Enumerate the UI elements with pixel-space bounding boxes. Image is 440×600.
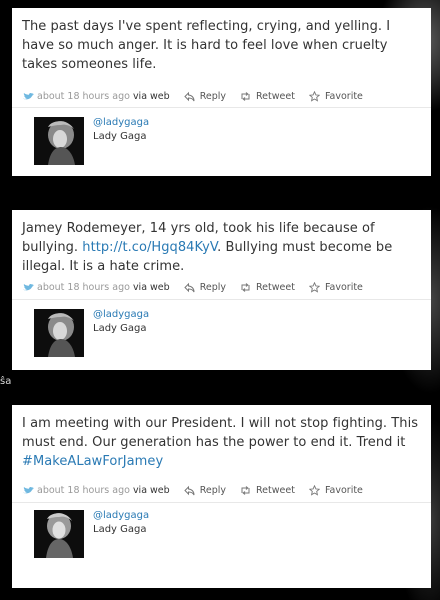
favorite-button[interactable]: Favorite bbox=[308, 90, 363, 102]
favorite-button[interactable]: Favorite bbox=[308, 484, 363, 496]
tweet-card: I am meeting with our President. I will … bbox=[12, 405, 431, 588]
edge-text: ŝa bbox=[0, 376, 12, 387]
reply-icon bbox=[183, 485, 195, 495]
retweet-label: Retweet bbox=[256, 90, 295, 102]
tweet-text: The past days I've spent reflecting, cry… bbox=[22, 19, 391, 72]
tweet-source: via web bbox=[132, 90, 170, 102]
retweet-button[interactable]: Retweet bbox=[240, 91, 295, 102]
tweet-meta: about 18 hours ago via web Reply Retweet… bbox=[22, 89, 363, 103]
author-handle[interactable]: @ladygaga bbox=[93, 116, 149, 130]
avatar[interactable] bbox=[34, 510, 84, 558]
avatar[interactable] bbox=[34, 117, 84, 165]
favorite-label: Favorite bbox=[324, 281, 363, 293]
tweet-timestamp[interactable]: about 18 hours ago bbox=[37, 485, 130, 496]
twitter-bird-icon bbox=[23, 486, 34, 493]
reply-label: Reply bbox=[199, 90, 226, 102]
divider bbox=[12, 107, 431, 108]
author-handle[interactable]: @ladygaga bbox=[93, 509, 149, 523]
retweet-button[interactable]: Retweet bbox=[240, 485, 295, 496]
tweet-hashtag[interactable]: #MakeALawForJamey bbox=[22, 454, 163, 469]
reply-icon bbox=[183, 91, 195, 101]
tweet-source: via web bbox=[132, 484, 170, 496]
retweet-label: Retweet bbox=[256, 281, 295, 293]
tweet-meta: about 18 hours ago via web Reply Retweet… bbox=[22, 483, 363, 497]
author-names: @ladygaga Lady Gaga bbox=[93, 308, 149, 359]
author-names: @ladygaga Lady Gaga bbox=[93, 509, 149, 560]
author-name: Lady Gaga bbox=[93, 524, 147, 535]
retweet-button[interactable]: Retweet bbox=[240, 282, 295, 293]
retweet-label: Retweet bbox=[256, 484, 295, 496]
favorite-label: Favorite bbox=[324, 484, 363, 496]
reply-label: Reply bbox=[199, 484, 226, 496]
tweet-timestamp[interactable]: about 18 hours ago bbox=[37, 91, 130, 102]
reply-icon bbox=[183, 282, 195, 292]
twitter-bird-icon bbox=[23, 283, 34, 290]
author-handle[interactable]: @ladygaga bbox=[93, 308, 149, 322]
tweet-text: Jamey Rodemeyer, 14 yrs old, took his li… bbox=[22, 221, 393, 274]
author-name: Lady Gaga bbox=[93, 131, 147, 142]
tweet-card: Jamey Rodemeyer, 14 yrs old, took his li… bbox=[12, 210, 431, 370]
reply-label: Reply bbox=[199, 281, 226, 293]
favorite-star-icon bbox=[308, 484, 320, 496]
tweet-meta: about 18 hours ago via web Reply Retweet… bbox=[22, 280, 363, 294]
divider bbox=[12, 299, 431, 300]
favorite-label: Favorite bbox=[324, 90, 363, 102]
reply-button[interactable]: Reply bbox=[183, 281, 226, 293]
favorite-star-icon bbox=[308, 90, 320, 102]
tweet-timestamp[interactable]: about 18 hours ago bbox=[37, 282, 130, 293]
author-block: @ladygaga Lady Gaga bbox=[34, 117, 149, 167]
favorite-star-icon bbox=[308, 281, 320, 293]
tweet-text: I am meeting with our President. I will … bbox=[22, 416, 419, 469]
author-names: @ladygaga Lady Gaga bbox=[93, 116, 149, 167]
retweet-icon bbox=[241, 282, 250, 292]
retweet-icon bbox=[241, 91, 250, 101]
avatar[interactable] bbox=[34, 309, 84, 357]
favorite-button[interactable]: Favorite bbox=[308, 281, 363, 293]
author-name: Lady Gaga bbox=[93, 323, 147, 334]
reply-button[interactable]: Reply bbox=[183, 90, 226, 102]
twitter-bird-icon bbox=[23, 92, 34, 99]
reply-button[interactable]: Reply bbox=[183, 484, 226, 496]
tweet-link[interactable]: http://t.co/Hgq84KyV bbox=[82, 240, 217, 255]
author-block: @ladygaga Lady Gaga bbox=[34, 510, 149, 560]
retweet-icon bbox=[241, 485, 250, 495]
author-block: @ladygaga Lady Gaga bbox=[34, 309, 149, 359]
tweet-card: The past days I've spent reflecting, cry… bbox=[12, 8, 431, 176]
divider bbox=[12, 502, 431, 503]
tweet-source: via web bbox=[132, 281, 170, 293]
